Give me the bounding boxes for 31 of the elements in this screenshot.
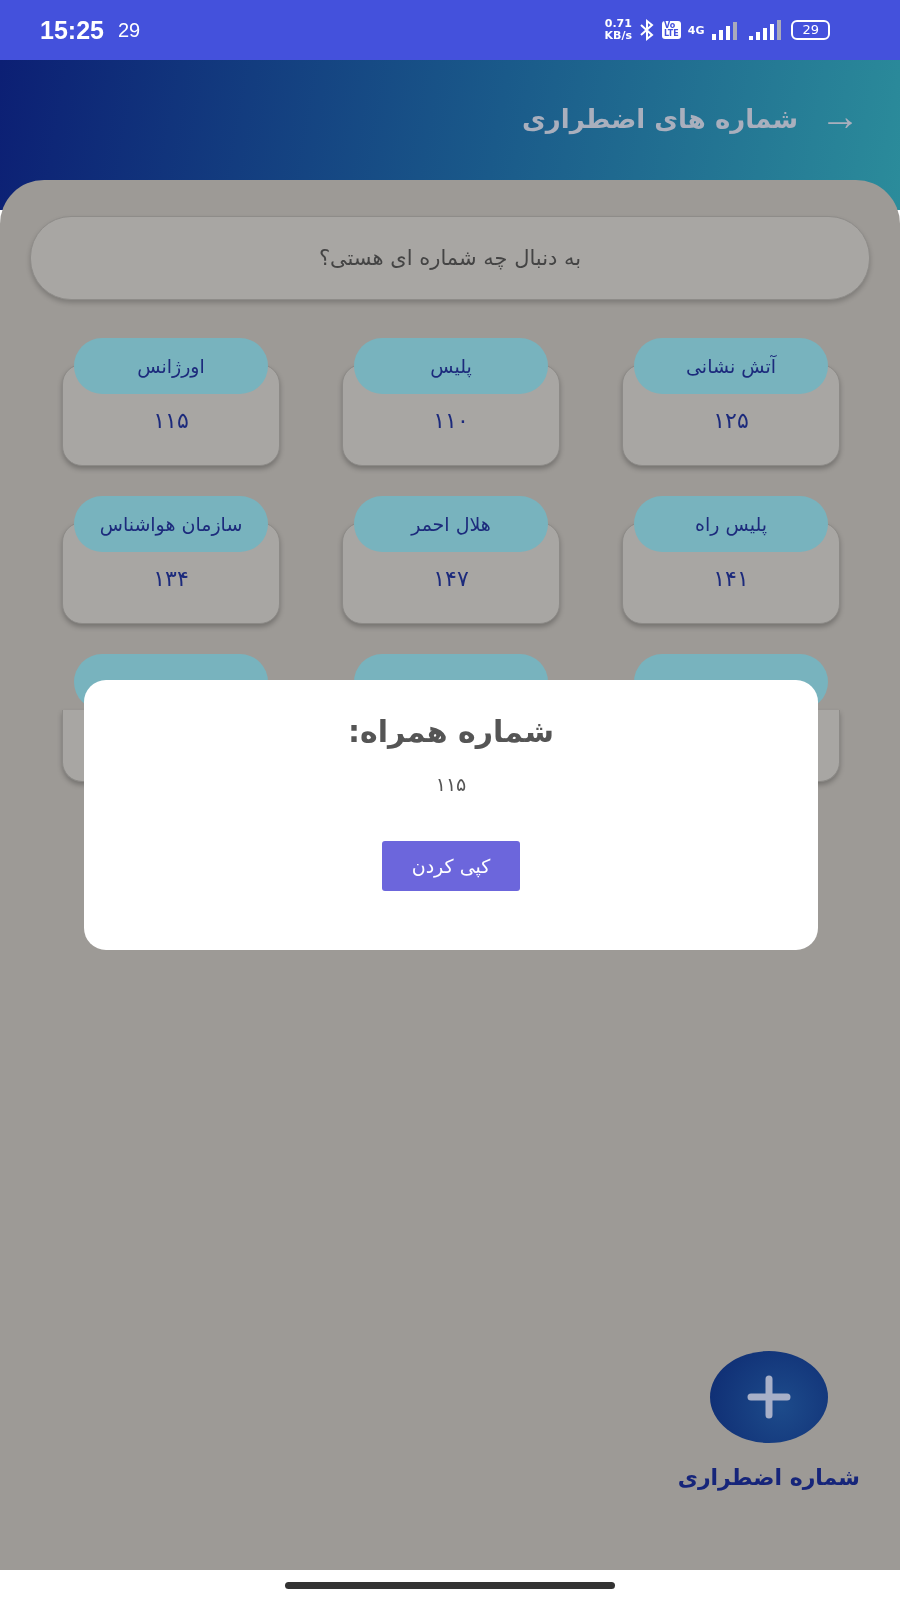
page-title: شماره های اضطراری [521,104,798,134]
contact-card[interactable]: هلال احمر ۱۴۷ [342,496,560,624]
fab-label: شماره اضطراری [677,1465,860,1490]
service-label: سازمان هواشناس [74,496,268,552]
volte-badge: Vo LTE [662,21,681,39]
service-label: پلیس راه [634,496,828,552]
bluetooth-icon [639,18,656,42]
phone-number: ۱۱۵ [153,408,189,433]
battery-indicator: 29 [791,20,830,40]
contact-card[interactable]: پلیس ۱۱۰ [342,338,560,466]
service-label: هلال احمر [354,496,548,552]
phone-number: ۱۲۵ [713,408,749,433]
dialog-number: ۱۱۵ [435,773,467,795]
phone-number: ۱۴۱ [713,566,749,591]
phone-number: ۱۳۴ [153,566,189,591]
service-label: اورژانس [74,338,268,394]
phone-number: ۱۱۰ [433,408,469,433]
network-type: 4G [687,23,705,37]
copy-button[interactable]: کپی کردن [382,841,520,891]
service-label: پلیس [354,338,548,394]
dialog-title: شماره همراه: [348,714,554,749]
contact-card[interactable]: اورژانس ۱۱۵ [62,338,280,466]
notification-count: 29 [117,18,141,42]
contact-card[interactable]: سازمان هواشناس ۱۳۴ [62,496,280,624]
search-field[interactable]: به دنبال چه شماره ای هستی؟ [30,216,870,300]
status-time: 15:25 [40,15,104,45]
contact-card[interactable]: پلیس راه ۱۴۱ [622,496,840,624]
contact-card[interactable]: آتش نشانی ۱۲۵ [622,338,840,466]
network-speed: 0.71 KB/s [604,18,633,42]
phone-number: ۱۴۷ [433,566,469,591]
service-label: آتش نشانی [634,338,828,394]
